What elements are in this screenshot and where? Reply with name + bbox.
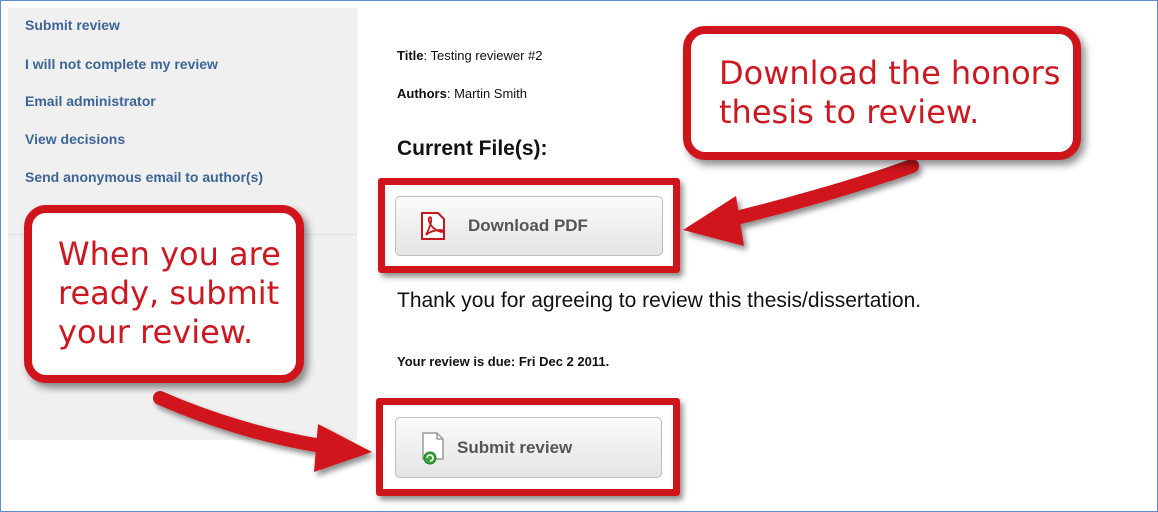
submit-callout-line-3: your review. [58, 313, 254, 351]
submit-callout: When you are ready, submit your review. [24, 205, 304, 383]
submit-callout-line-2: ready, submit [58, 274, 280, 312]
download-callout-line-1: Download the honors [719, 54, 1061, 92]
download-arrow [683, 159, 919, 246]
download-callout-line-2: thesis to review. [719, 93, 980, 131]
submit-callout-line-1: When you are [58, 235, 281, 273]
submit-arrow [153, 391, 372, 472]
download-callout: Download the honors thesis to review. [683, 26, 1081, 160]
